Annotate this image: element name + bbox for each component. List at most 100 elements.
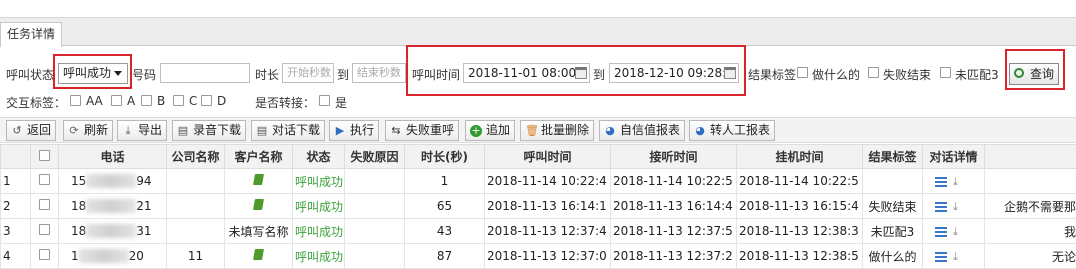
- redacted-phone: [86, 199, 136, 213]
- number-input[interactable]: [160, 63, 250, 83]
- table-row[interactable]: 31831未填写名称呼叫成功432018-11-13 12:37:42018-1…: [1, 219, 1076, 244]
- phone-cell: 1594: [59, 169, 167, 194]
- result-tag-checkbox-1[interactable]: [868, 67, 879, 78]
- table-row[interactable]: 21821呼叫成功652018-11-13 16:14:12018-11-13 …: [1, 194, 1076, 219]
- manual-report-label: 转人工报表: [710, 123, 770, 137]
- tab-bar: 任务详情: [0, 18, 1076, 46]
- header-hangup-time[interactable]: 挂机时间: [737, 145, 863, 169]
- list-icon[interactable]: [935, 252, 947, 262]
- interaction-tag-4: D: [217, 94, 226, 108]
- dialog-download-button[interactable]: ▤对话下载: [251, 120, 325, 141]
- header-extra: [985, 145, 1076, 169]
- company-cell: 11: [167, 244, 225, 269]
- download-icon[interactable]: ⤓: [953, 251, 964, 262]
- customer-cell: [225, 244, 293, 269]
- duration-end-input[interactable]: 结束秒数: [352, 63, 406, 83]
- row-checkbox-cell[interactable]: [31, 169, 59, 194]
- row-checkbox[interactable]: [39, 249, 50, 260]
- phone-suffix: 21: [136, 199, 151, 213]
- row-checkbox[interactable]: [39, 174, 50, 185]
- header-status[interactable]: 状态: [293, 145, 345, 169]
- header-phone[interactable]: 电话: [59, 145, 167, 169]
- download-icon[interactable]: ⤓: [953, 176, 964, 187]
- export-button[interactable]: ⤓导出: [117, 120, 167, 141]
- retry-icon: ⇆: [390, 125, 402, 137]
- filter-row-2: 交互标签： AA A B C D 是否转接： 是: [0, 94, 1076, 112]
- table-row[interactable]: 412011呼叫成功872018-11-13 12:37:02018-11-13…: [1, 244, 1076, 269]
- add-icon: +: [470, 125, 482, 137]
- row-checkbox[interactable]: [39, 199, 50, 210]
- interaction-tag-1: A: [127, 94, 135, 108]
- redacted-phone: [86, 174, 136, 188]
- interaction-tag-checkbox-3[interactable]: [173, 95, 184, 106]
- dialog-detail-cell: ⤓: [923, 169, 985, 194]
- list-icon[interactable]: [935, 177, 947, 187]
- row-index: 1: [1, 169, 31, 194]
- header-fail-reason[interactable]: 失败原因: [345, 145, 405, 169]
- download-icon[interactable]: ⤓: [953, 201, 964, 212]
- recording-download-button[interactable]: ▤录音下载: [172, 120, 246, 141]
- row-checkbox-cell[interactable]: [31, 194, 59, 219]
- header-index: [1, 145, 31, 169]
- trash-icon: 🗑: [525, 125, 537, 137]
- customer-name: 未填写名称: [228, 225, 288, 239]
- phone-suffix: 20: [129, 249, 144, 263]
- download-icon[interactable]: ⤓: [953, 226, 964, 237]
- tab-task-details[interactable]: 任务详情: [0, 22, 62, 47]
- append-button-label: 追加: [486, 123, 510, 137]
- phone-prefix: 15: [71, 174, 86, 188]
- call-time-cell: 2018-11-13 16:14:1: [485, 194, 611, 219]
- confidence-report-button[interactable]: ◕自信值报表: [599, 120, 685, 141]
- transfer-option: 是: [335, 94, 347, 111]
- top-strip: [0, 0, 1076, 18]
- duration-start-input[interactable]: 开始秒数: [282, 63, 334, 83]
- interaction-tag-checkbox-2[interactable]: [141, 95, 152, 106]
- row-checkbox-cell[interactable]: [31, 219, 59, 244]
- interaction-tag-checkbox-4[interactable]: [201, 95, 212, 106]
- status-cell: 呼叫成功: [293, 194, 345, 219]
- list-icon[interactable]: [935, 202, 947, 212]
- interaction-tag-0: AA: [86, 94, 103, 108]
- back-arrow-icon: ↺: [11, 125, 23, 137]
- customer-cell: [225, 169, 293, 194]
- result-tag-cell: 做什么的: [863, 244, 923, 269]
- book-icon[interactable]: [253, 249, 264, 260]
- answer-time-cell: 2018-11-13 16:14:4: [611, 194, 737, 219]
- header-customer[interactable]: 客户名称: [225, 145, 293, 169]
- header-answer-time[interactable]: 接听时间: [611, 145, 737, 169]
- append-button[interactable]: + 追加: [465, 120, 515, 141]
- book-icon[interactable]: [253, 174, 264, 185]
- book-icon[interactable]: [253, 199, 264, 210]
- refresh-button[interactable]: ⟳刷新: [63, 120, 113, 141]
- table-row[interactable]: 11594呼叫成功12018-11-14 10:22:42018-11-14 1…: [1, 169, 1076, 194]
- transfer-checkbox[interactable]: [319, 95, 330, 106]
- manual-report-button[interactable]: ◕转人工报表: [689, 120, 775, 141]
- result-tag-checkbox-0[interactable]: [797, 67, 808, 78]
- header-duration[interactable]: 时长(秒): [405, 145, 485, 169]
- back-button[interactable]: ↺返回: [6, 120, 56, 141]
- interaction-tag-checkbox-0[interactable]: [70, 95, 81, 106]
- row-checkbox[interactable]: [39, 224, 50, 235]
- result-tag-checkbox-2[interactable]: [940, 67, 951, 78]
- row-checkbox-cell[interactable]: [31, 244, 59, 269]
- phone-prefix: 18: [71, 199, 86, 213]
- header-select-all[interactable]: [31, 145, 59, 169]
- call-time-cell: 2018-11-13 12:37:4: [485, 219, 611, 244]
- select-all-checkbox[interactable]: [39, 150, 50, 161]
- header-result-tag[interactable]: 结果标签: [863, 145, 923, 169]
- highlight-call-status: [53, 54, 132, 89]
- result-tag-2: 未匹配3: [955, 66, 999, 83]
- to-label-1: 到: [337, 66, 349, 83]
- company-cell: [167, 219, 225, 244]
- failed-redial-button[interactable]: ⇆失败重呼: [385, 120, 459, 141]
- export-icon: ⤓: [122, 125, 134, 137]
- batch-delete-button[interactable]: 🗑批量删除: [520, 120, 594, 141]
- list-icon[interactable]: [935, 227, 947, 237]
- header-call-time[interactable]: 呼叫时间: [485, 145, 611, 169]
- duration-cell: 65: [405, 194, 485, 219]
- header-dialog-detail[interactable]: 对话详情: [923, 145, 985, 169]
- execute-button[interactable]: ▶执行: [329, 120, 379, 141]
- header-company[interactable]: 公司名称: [167, 145, 225, 169]
- document-icon: ▤: [177, 125, 189, 137]
- interaction-tag-checkbox-1[interactable]: [111, 95, 122, 106]
